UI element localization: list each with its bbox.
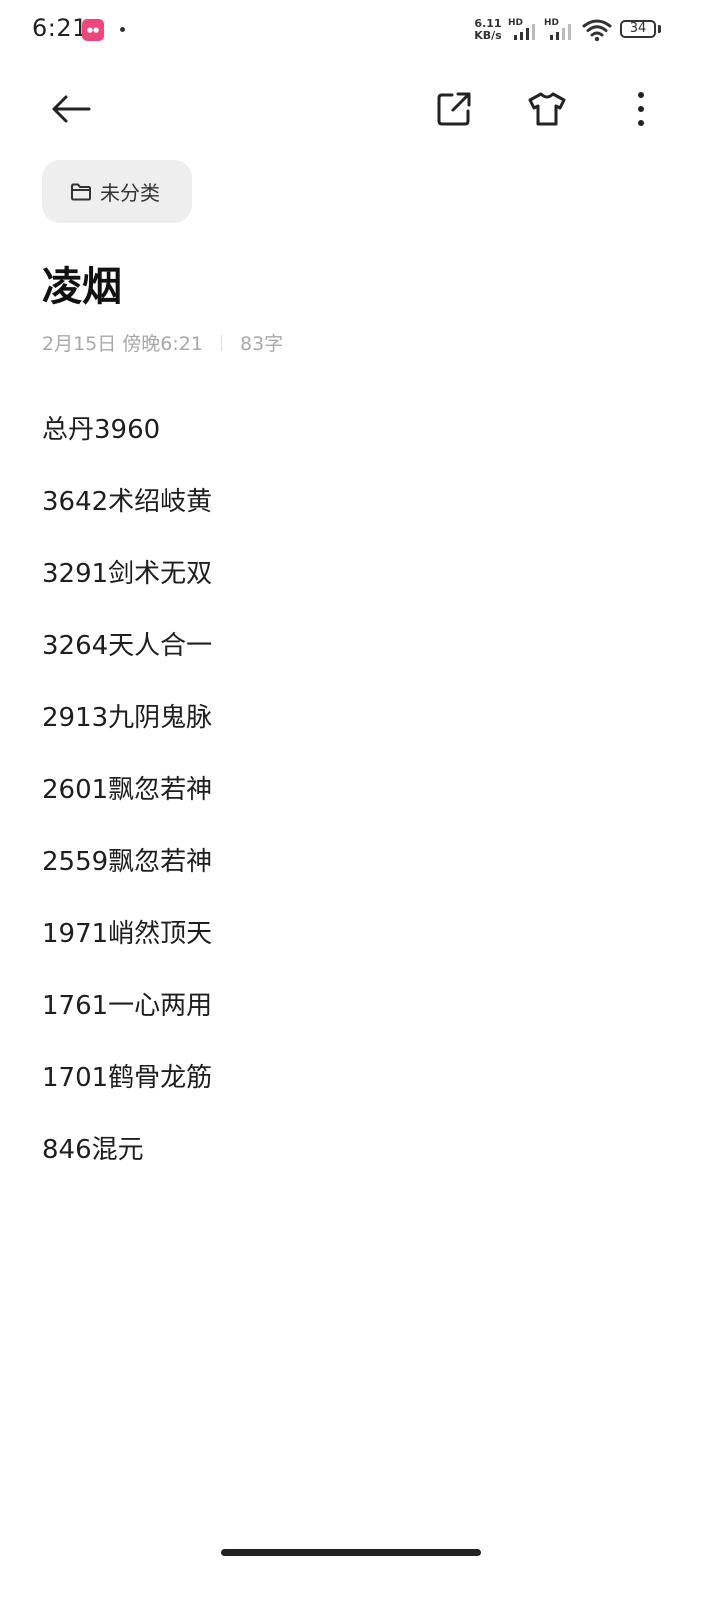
note-line[interactable]: 2601飘忽若神 <box>42 766 682 838</box>
note-line[interactable]: 1761一心两用 <box>42 982 682 1054</box>
wifi-icon <box>582 19 612 42</box>
note-meta: 2月15日 傍晚6:21 83字 <box>42 329 283 356</box>
note-word-count: 83字 <box>239 333 284 355</box>
note-line[interactable]: 3291剑术无双 <box>42 550 682 622</box>
note-title[interactable]: 凌烟 <box>42 254 122 312</box>
back-arrow-icon <box>52 95 91 123</box>
status-bar: 6:21 ●● 6.11 KB/s HD HD 34 <box>0 0 720 60</box>
note-line[interactable]: 3264天人合一 <box>42 622 682 694</box>
network-speed-unit: KB/s <box>474 29 502 42</box>
folder-chip[interactable]: 未分类 <box>42 160 192 223</box>
network-speed: 6.11 KB/s <box>470 18 506 42</box>
battery-indicator: 34 <box>620 20 656 38</box>
note-line[interactable]: 2559飘忽若神 <box>42 838 682 910</box>
note-line[interactable]: 1971峭然顶天 <box>42 910 682 982</box>
theme-button[interactable] <box>522 84 572 134</box>
app-notification-icon: ●● <box>82 19 104 41</box>
note-line[interactable]: 1701鹤骨龙筋 <box>42 1054 682 1126</box>
notification-dot-icon <box>120 27 125 32</box>
more-options-button[interactable] <box>616 84 666 134</box>
sim1-signal-icon: HD <box>508 18 540 42</box>
folder-icon <box>70 183 92 201</box>
folder-label: 未分类 <box>100 181 160 205</box>
note-line[interactable]: 846混元 <box>42 1126 682 1198</box>
battery-tip-icon <box>658 25 661 33</box>
note-date: 2月15日 傍晚6:21 <box>42 333 203 355</box>
home-indicator[interactable] <box>221 1549 481 1556</box>
share-export-icon <box>437 92 471 126</box>
note-line[interactable]: 2913九阴鬼脉 <box>42 694 682 766</box>
share-button[interactable] <box>429 84 479 134</box>
back-button[interactable] <box>46 84 96 134</box>
meta-divider <box>220 334 222 351</box>
sim2-signal-icon: HD <box>544 18 576 42</box>
status-time: 6:21 <box>32 14 88 42</box>
note-line[interactable]: 3642术绍岐黄 <box>42 478 682 550</box>
more-vertical-icon <box>638 92 644 126</box>
shirt-theme-icon <box>528 92 566 126</box>
note-line[interactable]: 总丹3960 <box>42 406 682 478</box>
note-body[interactable]: 总丹3960 3642术绍岐黄 3291剑术无双 3264天人合一 2913九阴… <box>42 406 682 1198</box>
